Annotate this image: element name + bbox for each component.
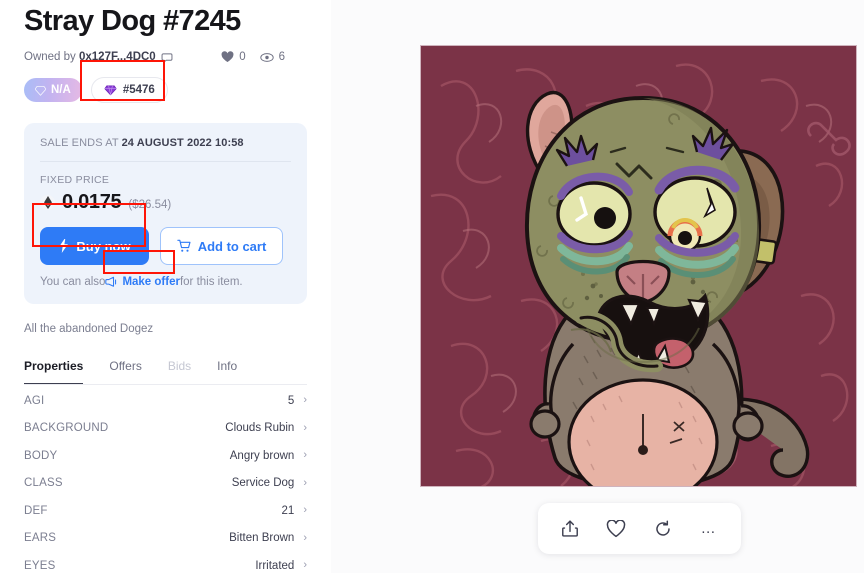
tab-bids: Bids <box>167 359 192 373</box>
owner-label: Owned by 0x127F...4DC0 <box>24 51 156 63</box>
price-usd: ($26.54) <box>128 199 172 211</box>
rarity-badge[interactable]: N/A <box>24 78 82 102</box>
cart-icon <box>176 239 191 252</box>
make-offer-label: Make offer <box>122 276 180 288</box>
table-row[interactable]: BACKGROUND Clouds Rubin › <box>24 415 307 443</box>
property-key: DEF <box>24 504 48 517</box>
property-key: BACKGROUND <box>24 422 109 435</box>
table-row[interactable]: AGI 5 › <box>24 387 307 415</box>
badge-row: N/A #5476 <box>24 77 307 103</box>
nft-artwork[interactable] <box>420 45 857 487</box>
purchase-buttons: Buy now Add to cart <box>40 227 291 265</box>
offer-prefix: You can also <box>40 276 106 288</box>
tab-info[interactable]: Info <box>217 359 237 385</box>
sale-card: SALE ENDS AT 24 AUGUST 2022 10:58 FIXED … <box>24 123 307 304</box>
gem-icon <box>104 85 117 96</box>
views-count: 6 <box>259 51 285 63</box>
make-offer-line: You can also Make offer for this item. <box>40 276 291 288</box>
table-row[interactable]: BODY Angry brown › <box>24 442 307 470</box>
share-icon[interactable] <box>555 514 585 544</box>
property-key: EARS <box>24 532 57 545</box>
chevron-right-icon: › <box>303 531 307 544</box>
properties-list: AGI 5 › BACKGROUND Clouds Rubin › BODY A… <box>24 387 307 573</box>
property-value: Irritated <box>255 559 295 572</box>
make-offer-link[interactable]: Make offer <box>105 276 180 288</box>
property-key: AGI <box>24 394 45 407</box>
likes-value: 0 <box>239 51 246 63</box>
sale-ends-date: 24 AUGUST 2022 10:58 <box>121 137 244 149</box>
chevron-right-icon: › <box>303 449 307 462</box>
price-type-label: FIXED PRICE <box>40 174 110 186</box>
rank-badge[interactable]: #5476 <box>90 77 168 103</box>
price-row: 0.0175 ($26.54) <box>40 191 291 214</box>
tab-offers[interactable]: Offers <box>109 359 141 385</box>
property-key: BODY <box>24 449 58 462</box>
chat-bubble-icon[interactable] <box>161 51 173 64</box>
chevron-right-icon: › <box>303 394 307 407</box>
ethereum-icon <box>40 195 55 210</box>
property-key: CLASS <box>24 477 63 490</box>
nft-media-panel: … <box>331 0 864 573</box>
nft-info-panel: Stray Dog #7245 Owned by 0x127F...4DC0 0… <box>0 0 331 573</box>
tab-properties[interactable]: Properties <box>24 359 84 385</box>
table-row[interactable]: DEF 21 › <box>24 497 307 525</box>
nft-detail-page: Stray Dog #7245 Owned by 0x127F...4DC0 0… <box>0 0 864 573</box>
more-options-icon[interactable]: … <box>694 514 724 544</box>
owner-address[interactable]: 0x127F...4DC0 <box>79 51 156 63</box>
collection-description: All the abandoned Dogez <box>24 323 154 335</box>
property-value: 21 <box>281 504 295 517</box>
chevron-right-icon: › <box>303 421 307 434</box>
property-value: Service Dog <box>231 477 295 490</box>
chevron-right-icon: › <box>303 476 307 489</box>
table-row[interactable]: EARS Bitten Brown › <box>24 525 307 553</box>
add-to-cart-button[interactable]: Add to cart <box>160 227 283 265</box>
views-value: 6 <box>278 51 285 63</box>
table-row[interactable]: EYES Irritated › <box>24 552 307 573</box>
more-dots: … <box>700 519 718 537</box>
sale-ends-prefix: SALE ENDS AT <box>40 137 122 149</box>
detail-tabs: Properties Offers Bids Info <box>24 359 307 385</box>
tabs-underline <box>24 384 307 385</box>
property-value: Clouds Rubin <box>225 422 295 435</box>
chevron-right-icon: › <box>303 504 307 517</box>
offer-suffix: for this item. <box>179 276 243 288</box>
heart-icon[interactable] <box>601 514 631 544</box>
owned-by-prefix: Owned by <box>24 51 79 63</box>
refresh-icon[interactable] <box>648 514 678 544</box>
diamond-icon <box>35 85 46 96</box>
property-key: EYES <box>24 559 56 572</box>
nft-artwork-image <box>421 46 856 486</box>
rank-badge-label: #5476 <box>122 84 155 96</box>
page-title: Stray Dog #7245 <box>24 5 241 37</box>
property-value: Bitten Brown <box>229 532 295 545</box>
buy-now-label: Buy now <box>76 238 131 254</box>
property-value: 5 <box>287 394 295 407</box>
add-to-cart-label: Add to cart <box>197 238 267 254</box>
lightning-icon <box>59 239 69 253</box>
owner-row: Owned by 0x127F...4DC0 0 6 <box>24 49 307 65</box>
megaphone-icon <box>105 276 117 287</box>
sale-card-divider <box>40 161 291 162</box>
price-value: 0.0175 <box>62 191 122 213</box>
buy-now-button[interactable]: Buy now <box>40 227 149 265</box>
sale-ends-text: SALE ENDS AT 24 AUGUST 2022 10:58 <box>40 137 291 149</box>
engagement-counts: 0 6 <box>221 51 307 63</box>
chevron-right-icon: › <box>303 559 307 572</box>
nft-action-bar: … <box>538 503 741 554</box>
likes-count: 0 <box>221 51 246 63</box>
rarity-badge-label: N/A <box>51 84 71 96</box>
table-row[interactable]: CLASS Service Dog › <box>24 470 307 498</box>
property-value: Angry brown <box>229 449 295 462</box>
